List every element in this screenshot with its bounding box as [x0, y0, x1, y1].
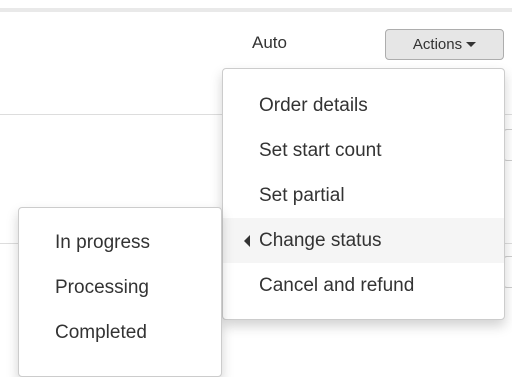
menu-item-label: Change status	[259, 230, 382, 251]
actions-dropdown-menu: Order details Set start count Set partia…	[222, 68, 505, 320]
menu-item-label: Set start count	[259, 140, 382, 161]
menu-item-label: Cancel and refund	[259, 275, 415, 296]
menu-item-change-status[interactable]: Change status	[223, 218, 504, 263]
menu-item-label: Set partial	[259, 185, 345, 206]
submenu-item-processing[interactable]: Processing	[19, 265, 221, 310]
chevron-down-icon	[466, 42, 477, 47]
submenu-item-in-progress[interactable]: In progress	[19, 220, 221, 265]
actions-dropdown-button[interactable]: Actions	[385, 29, 504, 60]
caret-left-icon	[244, 235, 250, 247]
menu-item-label: Order details	[259, 95, 368, 116]
menu-item-cancel-and-refund[interactable]: Cancel and refund	[223, 263, 504, 308]
change-status-submenu: In progress Processing Completed	[18, 207, 222, 377]
submenu-item-label: Completed	[55, 322, 147, 343]
submenu-item-completed[interactable]: Completed	[19, 310, 221, 355]
order-mode-label: Auto	[252, 33, 287, 52]
actions-button-label: Actions	[412, 36, 463, 53]
menu-item-order-details[interactable]: Order details	[223, 83, 504, 128]
submenu-item-label: Processing	[55, 277, 149, 298]
menu-item-set-start-count[interactable]: Set start count	[223, 128, 504, 173]
menu-item-set-partial[interactable]: Set partial	[223, 173, 504, 218]
table-top-border	[0, 8, 512, 12]
submenu-item-label: In progress	[55, 232, 151, 253]
